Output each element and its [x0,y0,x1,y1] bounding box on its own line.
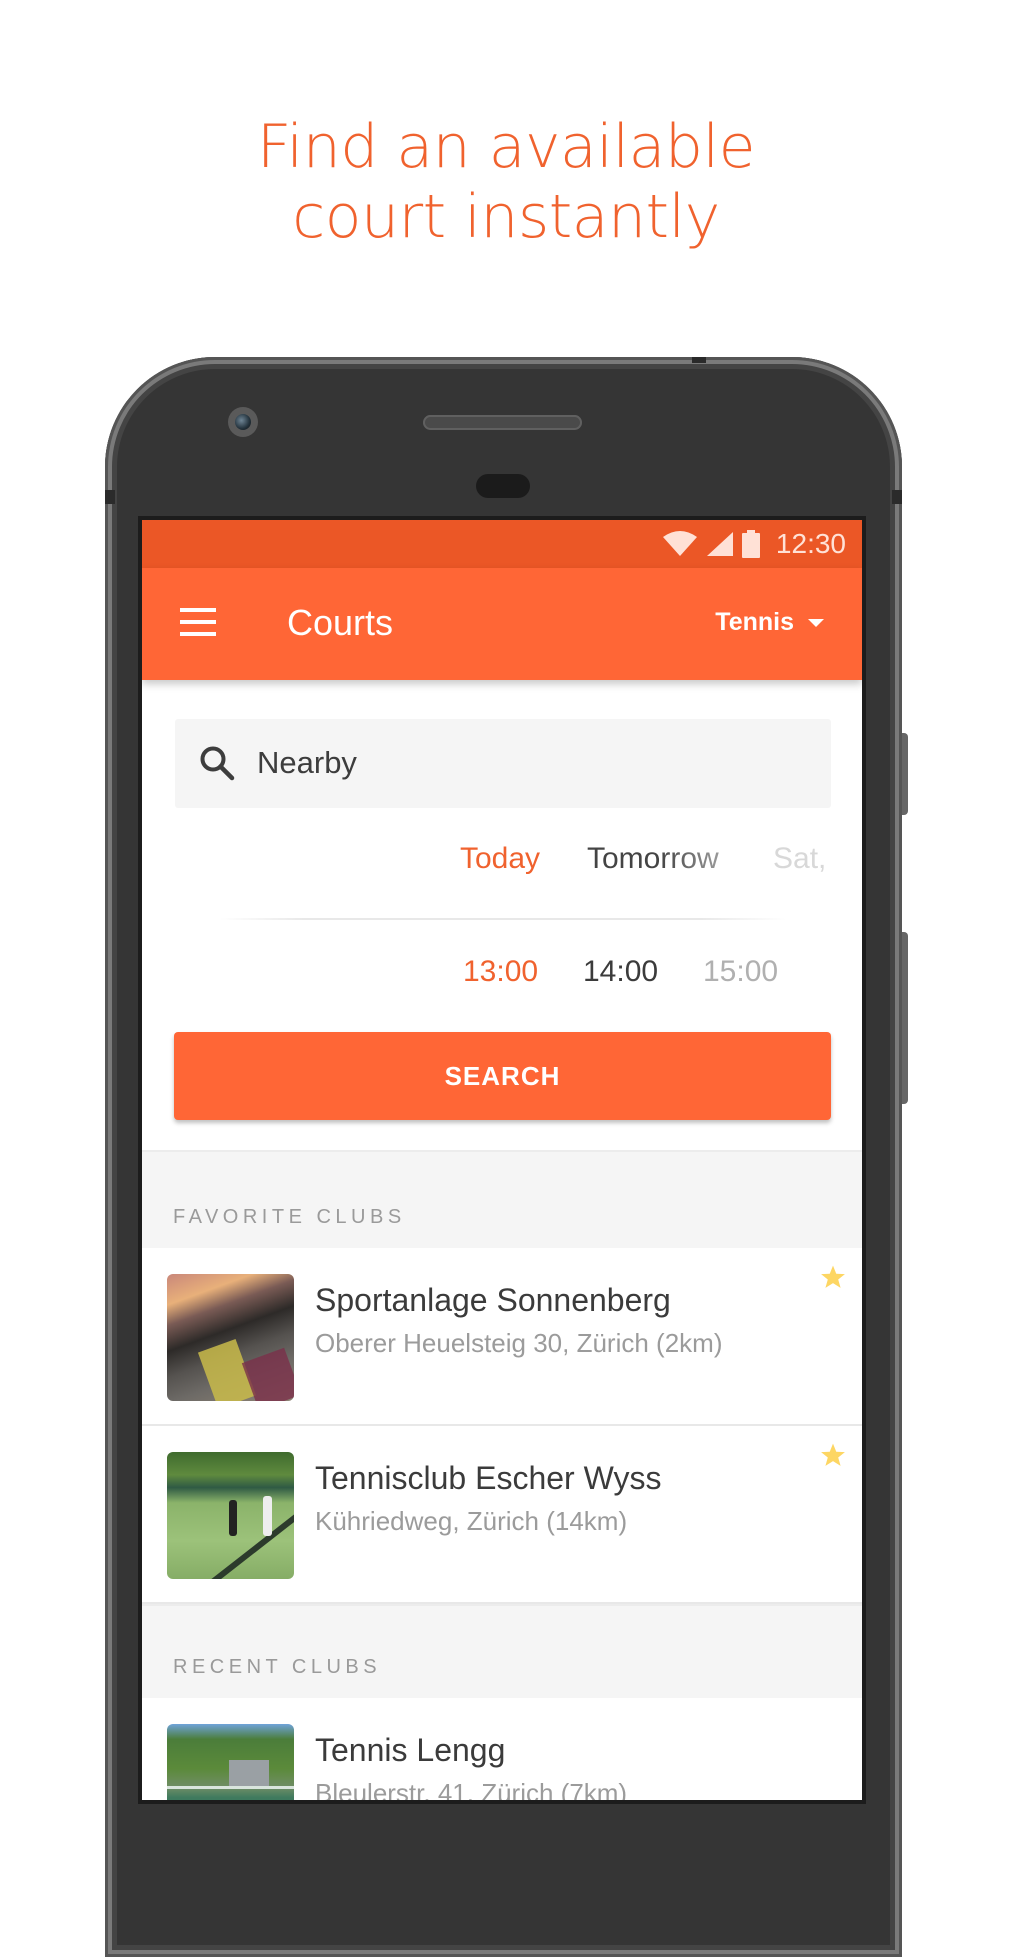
club-photo [167,1274,294,1401]
headline: Find an available court instantly [0,112,1012,252]
club-name: Sportanlage Sonnenberg [315,1282,671,1318]
club-photo [167,1452,294,1579]
club-address: Kühriedweg, Zürich (14km) [315,1506,628,1536]
sport-dropdown-label: Tennis [715,608,794,636]
club-list-item[interactable]: Tennis Lengg Bleulerstr. 41, Zürich (7km… [142,1698,862,1800]
picker-divider [220,918,786,920]
speaker-grille [423,415,582,430]
club-name: Tennis Lengg [315,1732,506,1768]
club-name: Tennisclub Escher Wyss [315,1460,662,1496]
date-picker: Today Tomorrow Sat, [142,842,862,886]
star-icon[interactable] [820,1264,846,1290]
hamburger-menu-icon[interactable] [180,608,216,636]
status-bar: 12:30 [142,520,862,568]
search-value: Nearby [257,745,357,780]
proximity-sensor [476,474,530,498]
date-option-tomorrow[interactable]: Tomorrow [587,842,719,876]
date-option-today[interactable]: Today [460,842,540,876]
search-icon [200,746,235,781]
chevron-down-icon [808,618,824,627]
phone-band-left [105,490,115,504]
favorite-clubs-label: FAVORITE CLUBS [173,1206,406,1228]
recent-clubs-header: RECENT CLUBS [142,1604,862,1700]
wifi-icon [662,531,697,556]
headline-line-1: Find an available [256,112,756,182]
club-list-item[interactable]: Sportanlage Sonnenberg Oberer Heuelsteig… [142,1248,862,1426]
status-time: 12:30 [775,528,846,559]
club-address: Oberer Heuelsteig 30, Zürich (2km) [315,1328,723,1358]
phone-band-right [892,490,902,504]
club-address: Bleulerstr. 41, Zürich (7km) [315,1778,628,1800]
club-photo [167,1724,294,1800]
power-button [902,733,908,815]
battery-icon [741,530,760,558]
app-bar: Courts Tennis [142,568,862,680]
volume-button [902,932,908,1104]
sport-dropdown[interactable]: Tennis [715,608,824,637]
time-option-1300[interactable]: 13:00 [463,955,538,989]
time-picker: 13:00 14:00 15:00 [142,955,862,999]
favorite-clubs-header: FAVORITE CLUBS [142,1150,862,1250]
club-list-item[interactable]: Tennisclub Escher Wyss Kühriedweg, Züric… [142,1426,862,1604]
time-option-1400[interactable]: 14:00 [583,955,658,989]
recent-clubs-label: RECENT CLUBS [173,1656,382,1678]
time-option-1500[interactable]: 15:00 [703,955,778,989]
search-button[interactable]: SEARCH [174,1032,831,1120]
location-search-input[interactable]: Nearby [175,719,831,808]
phone-screen: 12:30 Courts Tennis Nearby Today Tomorro… [142,520,862,1800]
signal-icon [706,532,733,556]
star-icon[interactable] [820,1442,846,1468]
date-option-sat[interactable]: Sat, [773,842,826,876]
headline-line-2: court instantly [292,182,720,252]
app-title: Courts [287,602,394,643]
front-camera-icon [228,407,258,437]
phone-top-ridge [692,357,706,363]
